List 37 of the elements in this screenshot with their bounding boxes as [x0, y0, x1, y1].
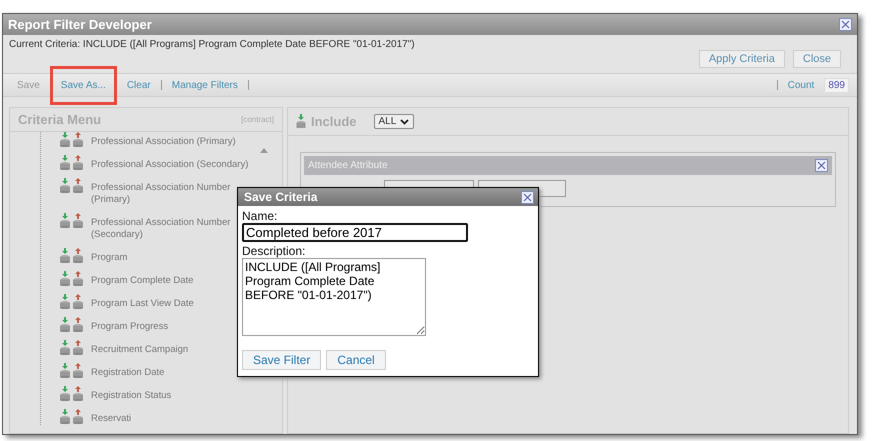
- count-value: 899: [824, 78, 849, 92]
- close-icon[interactable]: [521, 190, 534, 204]
- dialog-button[interactable]: Save Filter: [242, 350, 322, 370]
- description-textarea[interactable]: INCLUDE ([All Programs] Program Complete Date BEFORE "01-01-2017"): [242, 258, 426, 336]
- panel-title: Include: [311, 114, 357, 129]
- count-label: Count: [788, 80, 814, 90]
- database-icon: [296, 114, 306, 129]
- criteria-item[interactable]: Program Complete Date: [91, 271, 194, 287]
- contract-link[interactable]: [contract]: [241, 115, 274, 124]
- toolbar-link[interactable]: Clear: [126, 80, 151, 90]
- header-button[interactable]: Apply Criteria: [698, 50, 785, 68]
- dialog-button[interactable]: Cancel: [326, 350, 386, 370]
- criteria-item[interactable]: Program Progress: [91, 317, 168, 333]
- criteria-item[interactable]: Program Last View Date: [91, 294, 194, 310]
- close-icon[interactable]: [839, 18, 852, 31]
- dialog-title: Save Criteria: [244, 190, 318, 204]
- toolbar-link[interactable]: Manage Filters: [172, 80, 238, 90]
- criteria-item[interactable]: Professional Association (Secondary): [91, 155, 248, 171]
- criteria-item[interactable]: Reservati: [91, 409, 132, 425]
- description-label: Description:: [242, 244, 306, 258]
- window-title: Report Filter Developer: [8, 17, 152, 32]
- criteria-item[interactable]: Program: [91, 248, 128, 264]
- criteria-item[interactable]: Registration Status: [91, 386, 172, 402]
- group-title: Attendee Attribute: [308, 160, 388, 171]
- panel-title: Criteria Menu: [18, 112, 102, 127]
- chevron-down-icon: [400, 118, 410, 124]
- criteria-item[interactable]: Registration Date: [91, 363, 164, 379]
- toolbar-link[interactable]: Save As...: [50, 66, 117, 104]
- criteria-item[interactable]: Recruitment Campaign: [91, 340, 188, 356]
- current-criteria-text: Current Criteria: INCLUDE ([All Programs] Program Complete Date BEFORE "01-01-2017"): [9, 39, 415, 52]
- criteria-item[interactable]: Professional Association (Primary): [91, 132, 236, 148]
- mode-select[interactable]: ALL: [374, 114, 414, 129]
- name-input[interactable]: Completed before 2017: [242, 223, 468, 242]
- name-label: Name:: [242, 209, 278, 223]
- close-icon[interactable]: [815, 159, 828, 172]
- header-button[interactable]: Close: [792, 50, 841, 68]
- scroll-up-icon[interactable]: [260, 148, 268, 153]
